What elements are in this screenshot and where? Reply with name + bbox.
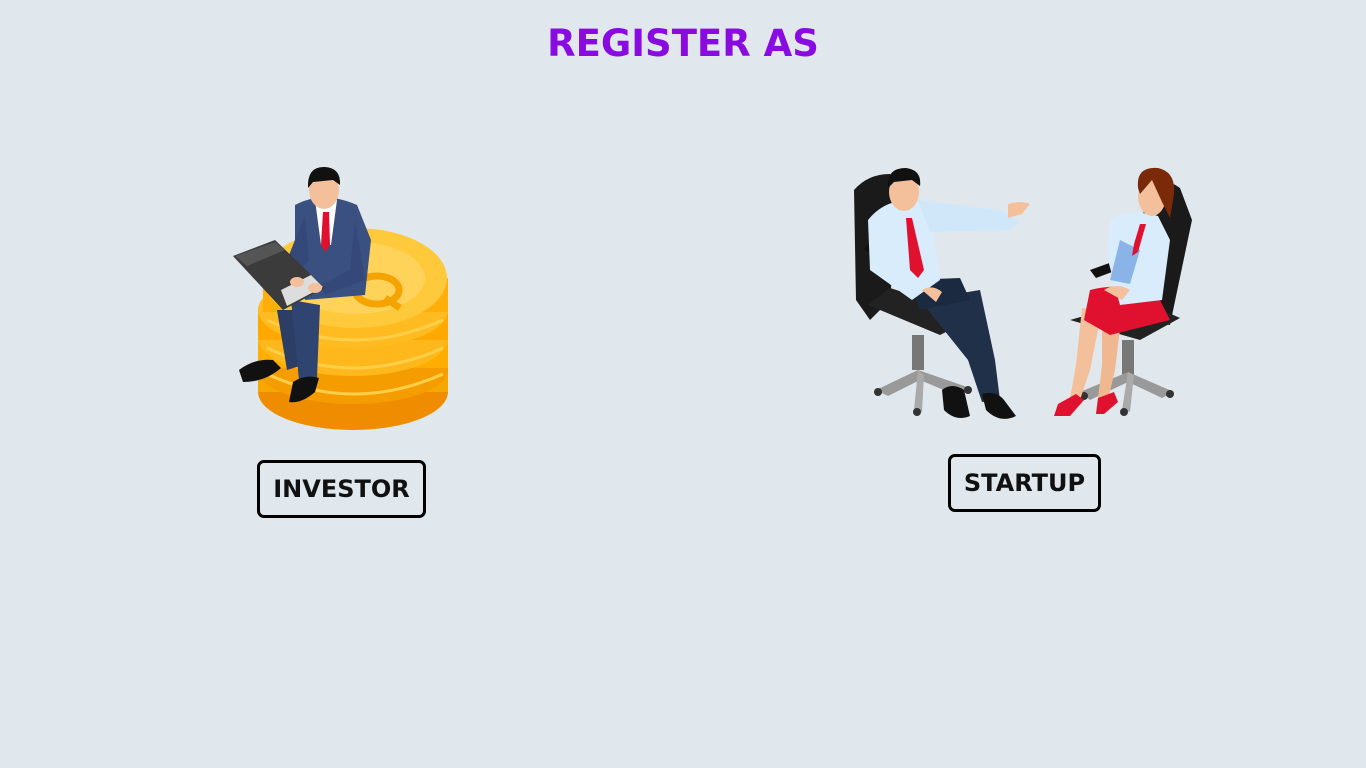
investor-option[interactable]: INVESTOR (225, 160, 465, 530)
page-title: REGISTER AS (547, 22, 819, 65)
investor-illustration[interactable] (225, 160, 465, 435)
register-page: REGISTER AS INVESTOR STARTUP (0, 0, 1366, 768)
startup-illustration[interactable] (840, 160, 1210, 430)
investor-button[interactable]: INVESTOR (257, 460, 426, 518)
startup-button[interactable]: STARTUP (948, 454, 1101, 512)
startup-option[interactable]: STARTUP (840, 160, 1210, 530)
